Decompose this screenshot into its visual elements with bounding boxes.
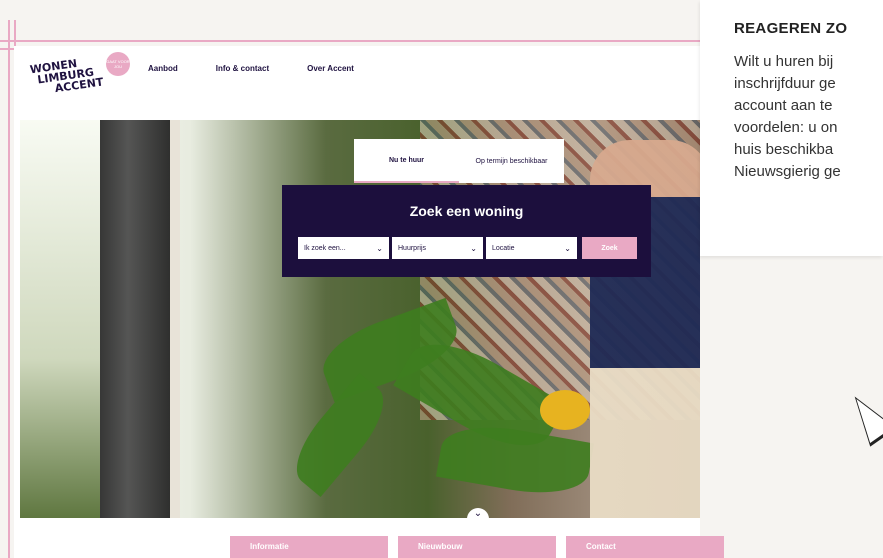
chevron-down-icon: ⌄ — [470, 243, 477, 253]
select-locatie-label: Locatie — [492, 244, 515, 252]
search-panel: Zoek een woning Ik zoek een... ⌄ Huurprij… — [282, 185, 651, 277]
search-title: Zoek een woning — [409, 203, 524, 219]
watering-can — [540, 390, 590, 430]
main-nav: Aanbod Info & contact Over Accent — [148, 64, 392, 73]
nav-info-contact[interactable]: Info & contact — [216, 64, 269, 73]
logo-badge: GAAT VOOR JOU — [106, 52, 130, 76]
select-locatie[interactable]: Locatie ⌄ — [486, 237, 577, 259]
hero-curtain — [100, 120, 170, 518]
notice-heading: REAGEREN ZO — [734, 20, 848, 37]
bottom-tiles: Informatie Nieuwbouw Contact — [14, 518, 724, 558]
chevron-down-icon: ⌄ — [564, 243, 571, 253]
tile-contact[interactable]: Contact — [566, 536, 724, 558]
notice-line: Nieuwsgierig ge — [734, 163, 841, 180]
zoek-button[interactable]: Zoek — [582, 237, 637, 259]
overlay-notice: REAGEREN ZO Wilt u huren bij inschrijfdu… — [700, 0, 883, 256]
notice-text: Wilt u huren bij inschrijfduur ge accoun… — [734, 51, 883, 183]
tab-op-termijn-beschikbaar[interactable]: Op termijn beschikbaar — [459, 139, 564, 183]
tile-nieuwbouw[interactable]: Nieuwbouw — [398, 536, 556, 558]
nav-aanbod[interactable]: Aanbod — [148, 64, 178, 73]
search-tabs: Nu te huur Op termijn beschikbaar — [354, 139, 564, 183]
site-header: WONEN LIMBURG ACCENT GAAT VOOR JOU Aanbo… — [14, 46, 700, 120]
plant-leaf — [435, 417, 595, 503]
select-huurprijs-label: Huurprijs — [398, 244, 427, 252]
select-type[interactable]: Ik zoek een... ⌄ — [298, 237, 389, 259]
tab-nu-te-huur[interactable]: Nu te huur — [354, 139, 459, 183]
notice-line: Wilt u huren bij — [734, 53, 834, 70]
tile-informatie[interactable]: Informatie — [230, 536, 388, 558]
notice-line: voordelen: u on — [734, 119, 838, 136]
notice-line: account aan te — [734, 97, 833, 114]
hero-window-frame — [170, 120, 180, 518]
notice-line: huis beschikba — [734, 141, 834, 158]
notice-line: inschrijfduur ge — [734, 75, 836, 92]
hero-window — [20, 120, 100, 518]
nav-over-accent[interactable]: Over Accent — [307, 64, 354, 73]
website-preview: WONEN LIMBURG ACCENT GAAT VOOR JOU Aanbo… — [14, 46, 724, 558]
search-fields: Ik zoek een... ⌄ Huurprijs ⌄ Locatie ⌄ Zoek — [298, 237, 637, 259]
select-huurprijs[interactable]: Huurprijs ⌄ — [392, 237, 483, 259]
select-type-label: Ik zoek een... — [304, 244, 346, 252]
chevron-down-icon: ⌄ — [376, 243, 383, 253]
